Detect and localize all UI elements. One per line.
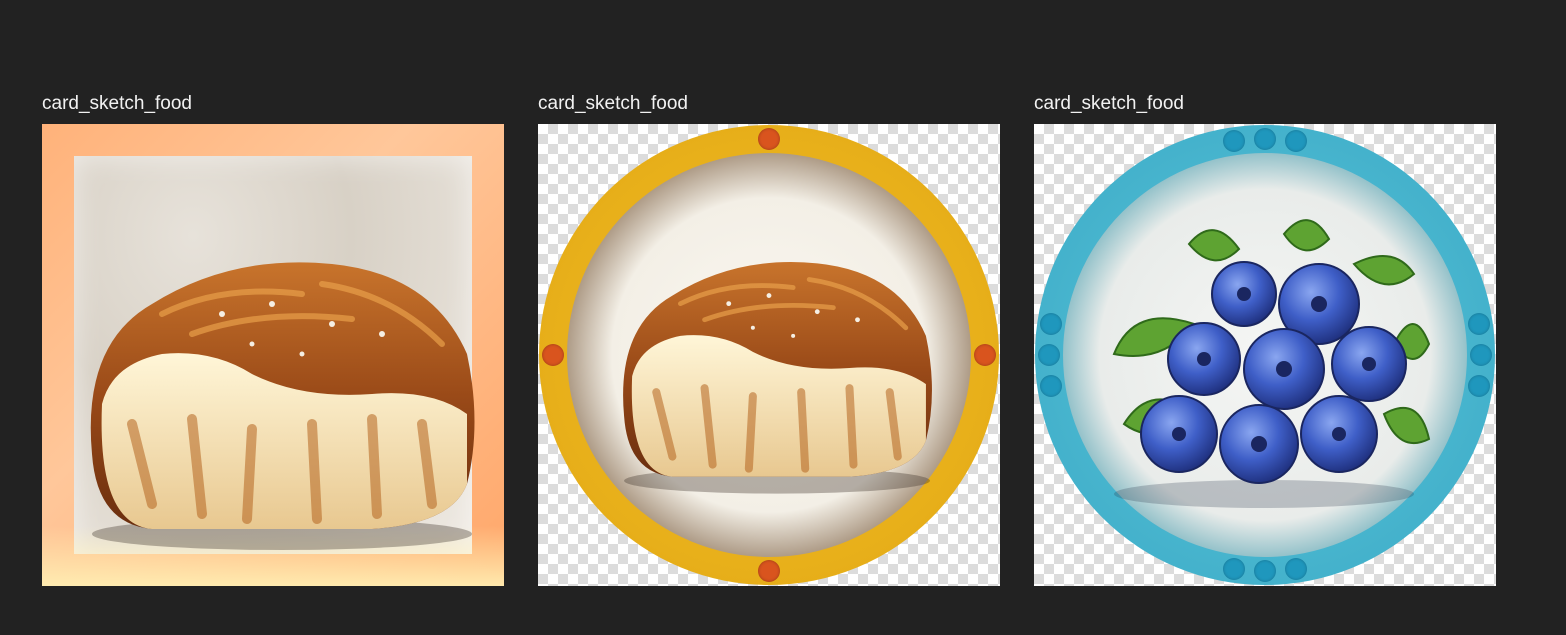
frame-dot xyxy=(1040,313,1062,335)
frame-dot xyxy=(1468,375,1490,397)
asset-label: card_sketch_food xyxy=(1034,93,1184,114)
frame-dot xyxy=(542,344,564,366)
frame-dot xyxy=(1285,558,1307,580)
asset-card-1[interactable]: card_sketch_food xyxy=(42,92,504,586)
frame-dot xyxy=(758,560,780,582)
frame-dot xyxy=(1285,130,1307,152)
frame-dot xyxy=(974,344,996,366)
asset-card-2[interactable]: card_sketch_food xyxy=(538,92,1000,586)
bread-icon xyxy=(608,229,938,499)
frame-dot xyxy=(1470,344,1492,366)
frame-dot xyxy=(1038,344,1060,366)
asset-label: card_sketch_food xyxy=(42,93,192,114)
blueberries-icon xyxy=(1094,194,1434,524)
asset-thumbnail[interactable] xyxy=(538,124,1000,586)
frame-dot xyxy=(1223,130,1245,152)
frame-dot xyxy=(1254,560,1276,582)
asset-card-3[interactable]: card_sketch_food xyxy=(1034,92,1496,586)
frame-dot xyxy=(1223,558,1245,580)
asset-thumbnail[interactable] xyxy=(1034,124,1496,586)
frame-dot xyxy=(1040,375,1062,397)
asset-thumbnail[interactable] xyxy=(42,124,504,586)
bread-icon xyxy=(72,224,482,554)
frame-dot xyxy=(1468,313,1490,335)
frame-dot xyxy=(1254,128,1276,150)
frame-dot xyxy=(758,128,780,150)
asset-label: card_sketch_food xyxy=(538,93,688,114)
